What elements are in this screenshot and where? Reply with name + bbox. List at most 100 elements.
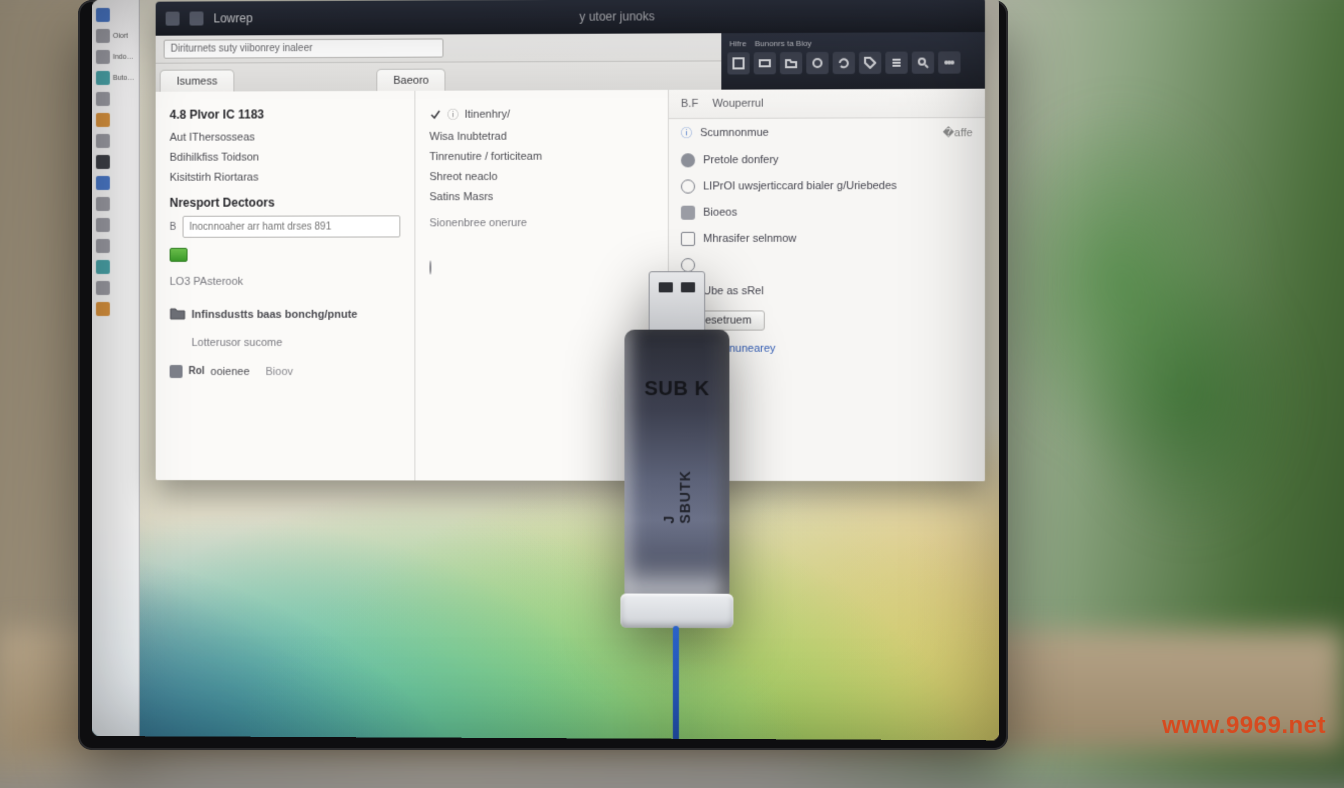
list-item[interactable]: Wisa Inubtetrad: [429, 126, 653, 147]
window-titlebar[interactable]: Lowrep y utoer junoks: [156, 0, 985, 36]
input-row: B: [170, 215, 401, 238]
address-path: Diriturnets suty viibonrey inaleer: [171, 43, 313, 55]
toolbar-group-label: Bunonrs ta Bioy: [755, 39, 812, 48]
screen: Oiort Indoverty Butono Lowrep y utoer ju…: [92, 0, 999, 740]
app-icon: [96, 92, 110, 106]
dock-item[interactable]: Oiort: [92, 27, 139, 45]
dock-item[interactable]: [92, 6, 139, 24]
toolbar-group-label: Hifre: [729, 39, 746, 48]
list-item[interactable]: Bioeos: [669, 199, 985, 226]
toolbar-button[interactable]: [912, 51, 934, 73]
dock-item[interactable]: Indoverty: [92, 48, 139, 66]
dock-item[interactable]: [92, 174, 139, 192]
app-icon: [96, 281, 110, 295]
print-icon: [759, 57, 771, 69]
list-item[interactable]: Bdihilkfiss Toidson: [170, 147, 401, 168]
dock-item[interactable]: Butono: [92, 69, 139, 87]
toolbar-button[interactable]: [938, 51, 960, 73]
toolbar-button[interactable]: [754, 52, 776, 74]
footer-row[interactable]: Rol ooienee Bioov: [170, 361, 401, 382]
radio-control[interactable]: [429, 261, 431, 273]
sub-label: Sionenbree onerure: [429, 213, 653, 234]
dock-item[interactable]: [92, 216, 139, 234]
folder-subtitle: Lotterusor sucome: [170, 333, 401, 353]
footer-text: ooienee: [211, 365, 250, 377]
list-item[interactable]: Aut IThersosseas: [170, 127, 401, 148]
toolbar-button[interactable]: [727, 52, 749, 74]
app-menu-icon[interactable]: [166, 12, 180, 26]
list-item[interactable]: Kisitstirh Riortaras: [170, 167, 401, 188]
app-icon: [96, 8, 110, 22]
dock-item[interactable]: [92, 153, 139, 171]
app-icon: [96, 218, 110, 232]
expand-icon[interactable]: �affe: [943, 126, 973, 139]
app-name: Lowrep: [213, 11, 252, 25]
list-item[interactable]: Tinrenutire / forticiteam: [429, 146, 653, 167]
list-item[interactable]: ⓘ Itinenhry/: [429, 102, 653, 127]
usb-cap: [620, 594, 733, 629]
watermark: www.9969.net: [1162, 712, 1326, 740]
check-icon: [429, 109, 441, 121]
list-item[interactable]: Mhrasifer selnmow: [669, 225, 985, 252]
list-item[interactable]: LIPrOI uwsjerticcard bialer g/Uriebedes: [669, 173, 985, 200]
app-icon: [96, 176, 110, 190]
tab-secondary[interactable]: Baeoro: [376, 69, 446, 91]
tab-label: Baeoro: [393, 75, 429, 87]
list-item[interactable]: Satins Masrs: [429, 187, 653, 208]
app-icon: [96, 29, 110, 43]
dock-item[interactable]: [92, 237, 139, 255]
address-field[interactable]: Diriturnets suty viibonrey inaleer: [164, 38, 444, 58]
folder-icon: [170, 306, 186, 323]
toolbar-button[interactable]: [833, 52, 855, 74]
toolbar: Hifre Bunonrs ta Bioy: [721, 32, 985, 90]
dock-item[interactable]: [92, 90, 139, 108]
toolbar-button[interactable]: [780, 52, 802, 74]
list-item[interactable]: Pretole donfery: [669, 146, 985, 173]
left-pane: 4.8 Plvor IC 1183 Aut IThersosseas Bdihi…: [156, 91, 416, 481]
app-icon: [96, 197, 110, 211]
header-left: B.F: [681, 98, 698, 110]
dock-item[interactable]: [92, 132, 139, 150]
tab-primary[interactable]: Isumess: [160, 69, 235, 91]
drive-icon: [681, 206, 695, 220]
dock-item[interactable]: [92, 111, 139, 129]
dock-item[interactable]: [92, 300, 139, 318]
app-window: Lowrep y utoer junoks Hifre Bunonrs ta B…: [156, 0, 985, 481]
app-icon: [96, 134, 110, 148]
search-icon: [917, 57, 929, 69]
list-item[interactable]: ⓘ Scumnonmue �affe: [669, 118, 985, 147]
dock-item[interactable]: [92, 279, 139, 297]
usb-brand-side: J SBUTK: [661, 470, 693, 524]
toolbar-button[interactable]: [859, 52, 881, 74]
app-icon: [96, 155, 110, 169]
save-icon: [732, 57, 744, 69]
refresh-icon: [838, 57, 850, 69]
footer-badge: Rol: [189, 366, 205, 377]
list-item[interactable]: Shreot neaclo: [429, 166, 653, 187]
gear-icon: [811, 57, 823, 69]
checkbox-row[interactable]: [170, 243, 401, 265]
folder-label: Infinsdustts baas bonchg/pnute: [192, 308, 358, 320]
window-title: y utoer junoks: [579, 9, 654, 23]
folder-icon: [785, 57, 797, 69]
dock-item[interactable]: [92, 195, 139, 213]
app-icon: [96, 260, 110, 274]
text-input[interactable]: [182, 215, 400, 237]
shield-icon: [681, 153, 695, 167]
monitor-icon: [681, 232, 695, 246]
toolbar-button[interactable]: [885, 52, 907, 74]
app-menu-icon[interactable]: [190, 11, 204, 25]
dock-label: Butono: [113, 74, 135, 81]
folder-row[interactable]: Infinsdustts baas bonchg/pnute: [170, 302, 401, 327]
dock-label: Indoverty: [113, 53, 135, 60]
dock-item[interactable]: [92, 258, 139, 276]
log-label: LO3 PAsterook: [170, 272, 401, 292]
checkbox-icon: [170, 248, 188, 262]
usb-cable: [673, 626, 679, 740]
info-icon: ⓘ: [681, 125, 692, 141]
radio-icon: [429, 260, 431, 274]
toolbar-button[interactable]: [806, 52, 828, 74]
header-right: Wouperrul: [712, 98, 763, 110]
window-body: 4.8 Plvor IC 1183 Aut IThersosseas Bdihi…: [156, 89, 985, 482]
usb-drive-graphic: SUB K J SBUTK: [610, 271, 743, 654]
